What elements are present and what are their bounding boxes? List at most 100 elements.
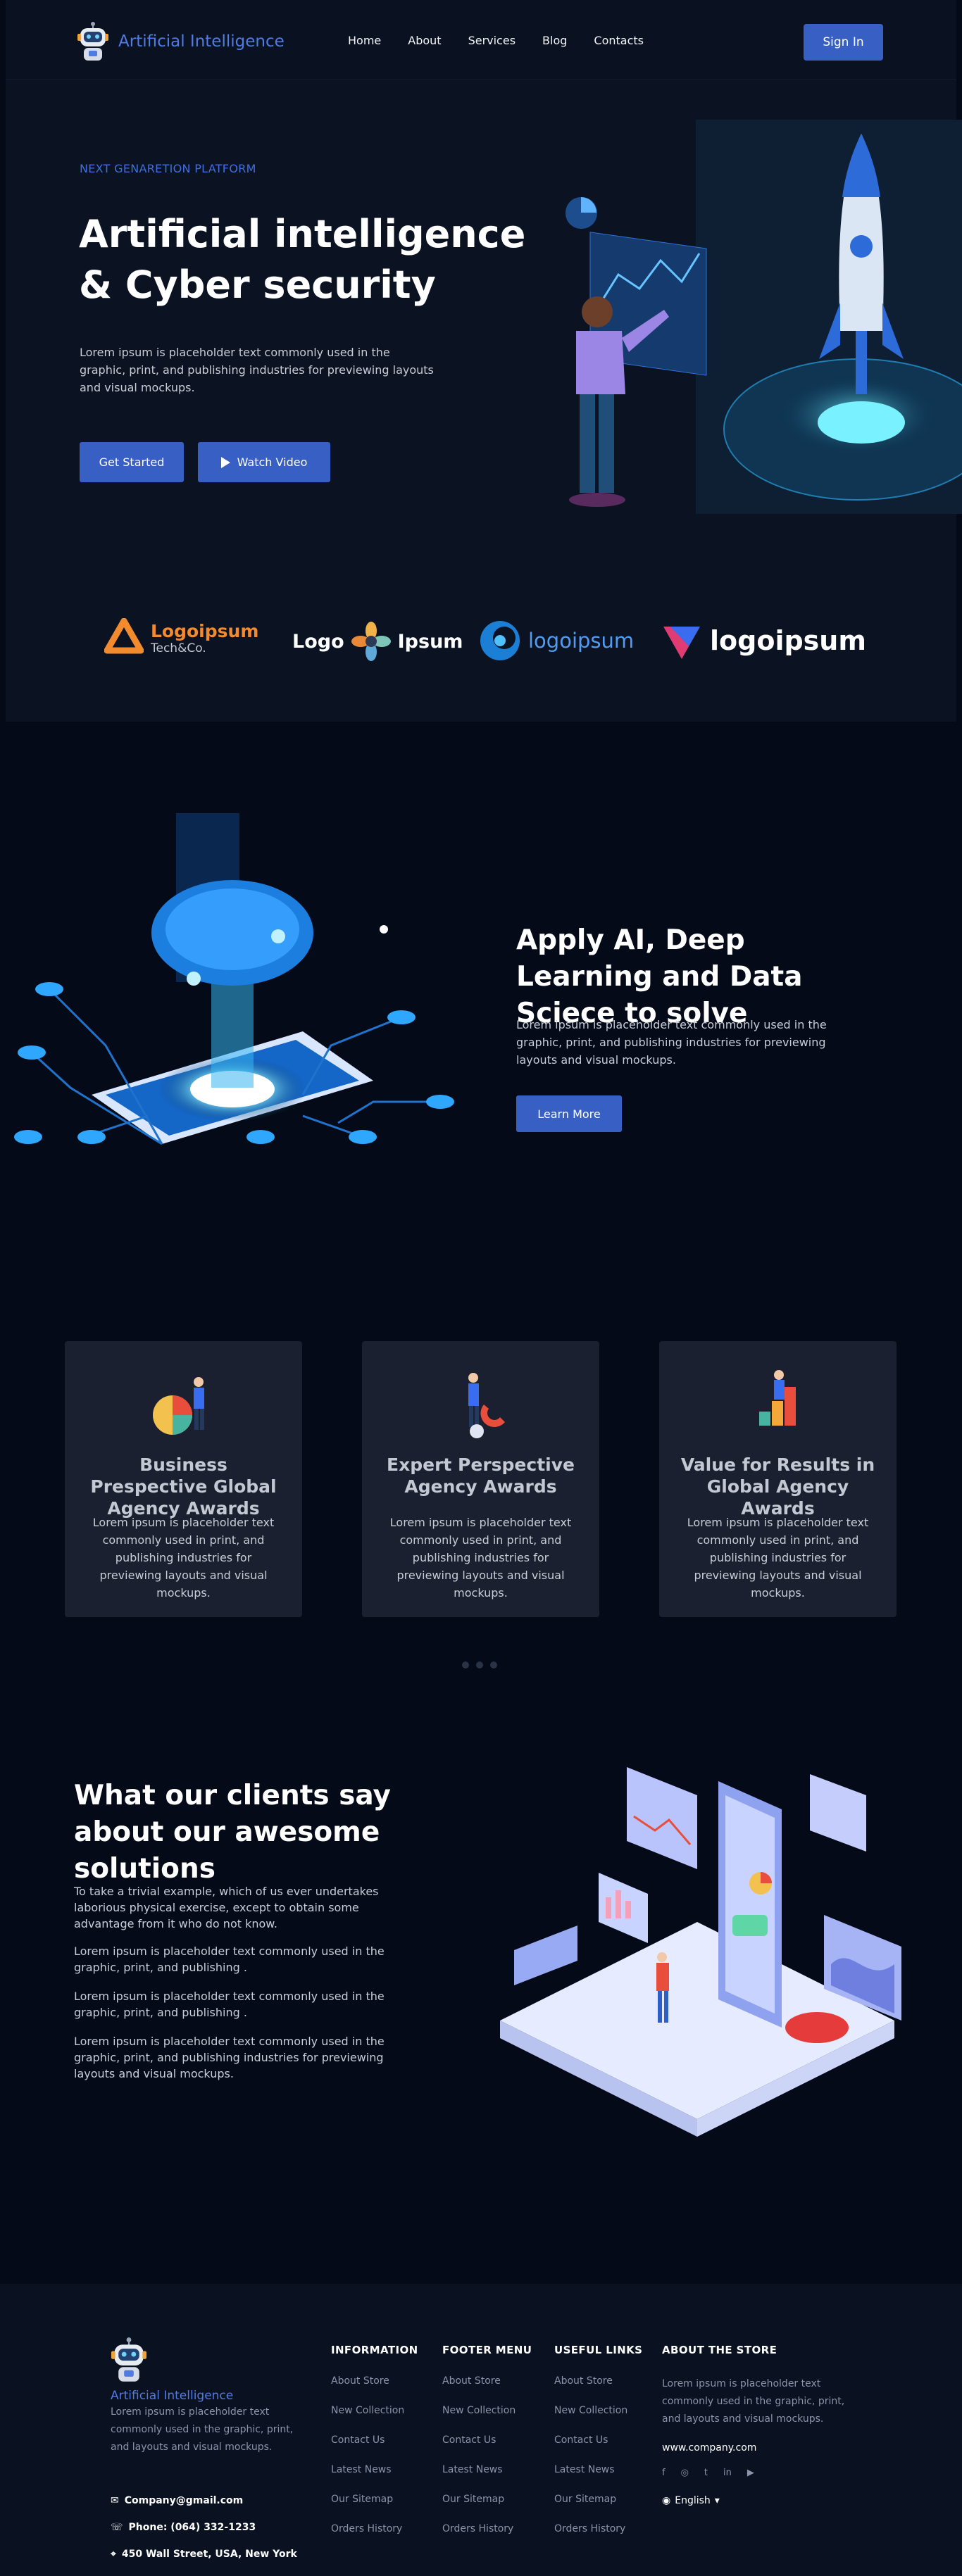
- sign-in-button[interactable]: Sign In: [804, 24, 883, 61]
- award-card-desc: Lorem ipsum is placeholder text commonly…: [389, 1516, 572, 1600]
- robot-logo-icon: [111, 2337, 147, 2382]
- award-card-desc: Lorem ipsum is placeholder text commonly…: [687, 1516, 869, 1600]
- footer-address-text: 450 Wall Street, USA, New York: [121, 2549, 297, 2560]
- footer-link[interactable]: Contact Us: [554, 2434, 642, 2449]
- footer-link[interactable]: Latest News: [331, 2464, 418, 2478]
- logo-flower-left: Logo: [292, 630, 344, 653]
- footer-about: Lorem ipsum is placeholder text commonly…: [111, 2406, 294, 2453]
- phone-icon: ☏: [111, 2522, 123, 2533]
- partner-logos: Logoipsum Tech&Co. Logo Ipsum logoipsum: [6, 612, 956, 669]
- pie-chart-person-icon: [153, 1377, 204, 1435]
- carousel-dot[interactable]: [490, 1661, 497, 1669]
- logo-techco-sub: Tech&Co.: [151, 641, 206, 655]
- triangle-logo-icon: [104, 618, 144, 654]
- nav-services[interactable]: Services: [468, 34, 516, 47]
- footer-address: ⌖ 450 Wall Street, USA, New York: [111, 2549, 297, 2560]
- nav-about[interactable]: About: [408, 34, 441, 47]
- brain-illustration: [14, 813, 454, 1145]
- footer-link[interactable]: Our Sitemap: [331, 2494, 418, 2508]
- youtube-icon[interactable]: ▶: [747, 2468, 754, 2478]
- awards-section: Business Prespective Global Agency Award…: [0, 1295, 962, 1732]
- location-pin-icon: ⌖: [111, 2549, 116, 2560]
- clients-section: What our clients say about our awesome s…: [0, 1732, 962, 2284]
- hero-eyebrow: NEXT GENARETION PLATFORM: [80, 162, 256, 175]
- footer-store-desc: Lorem ipsum is placeholder text commonly…: [662, 2378, 845, 2425]
- footer-link[interactable]: Our Sitemap: [442, 2494, 532, 2508]
- nav-blog[interactable]: Blog: [542, 34, 567, 47]
- footer-phone[interactable]: ☏ Phone: (064) 332-1233: [111, 2522, 256, 2533]
- dashboard-illustration: [500, 1767, 901, 2137]
- mail-icon: ✉: [111, 2495, 119, 2506]
- learn-more-button[interactable]: Learn More: [516, 1095, 622, 1132]
- hero-description: Lorem ipsum is placeholder text commonly…: [80, 346, 434, 394]
- footer-link[interactable]: About Store: [331, 2375, 418, 2389]
- footer-link[interactable]: New Collection: [331, 2405, 418, 2419]
- magnet-person-icon: [468, 1373, 505, 1438]
- hero-illustration: [566, 120, 962, 514]
- logo-swirl[interactable]: logoipsum: [479, 620, 634, 662]
- chevron-down-icon: ▾: [714, 2495, 720, 2506]
- award-card-value[interactable]: Value for Results in Global Agency Award…: [659, 1341, 897, 1617]
- footer-email-text: Company@gmail.com: [124, 2495, 244, 2506]
- hero-title: Artificial intelligence & Cyber security: [79, 209, 544, 310]
- language-value: English: [675, 2495, 711, 2506]
- footer: Artificial Intelligence Lorem ipsum is p…: [0, 2284, 962, 2576]
- logo-flower[interactable]: Logo Ipsum: [292, 622, 463, 661]
- ai-description: Lorem ipsum is placeholder text commonly…: [516, 1018, 827, 1067]
- footer-link[interactable]: Latest News: [554, 2464, 642, 2478]
- hero-title-line1: Artificial intelligence: [79, 212, 526, 256]
- award-card-desc: Lorem ipsum is placeholder text commonly…: [92, 1516, 275, 1600]
- footer-link[interactable]: New Collection: [554, 2405, 642, 2419]
- footer-link[interactable]: Our Sitemap: [554, 2494, 642, 2508]
- globe-icon: ◉: [662, 2495, 671, 2506]
- language-selector[interactable]: ◉ English ▾: [662, 2495, 859, 2506]
- bar-chart-person-icon: [759, 1370, 796, 1426]
- footer-col-store: ABOUT THE STORE Lorem ipsum is placehold…: [662, 2344, 859, 2506]
- footer-col-title: FOOTER MENU: [442, 2344, 532, 2356]
- nav-contacts[interactable]: Contacts: [594, 34, 644, 47]
- footer-link[interactable]: New Collection: [442, 2405, 532, 2419]
- robot-logo-icon: [77, 22, 108, 61]
- main-nav: Home About Services Blog Contacts: [348, 34, 670, 47]
- logo-flower-right: Ipsum: [397, 630, 463, 653]
- footer-link[interactable]: Orders History: [554, 2523, 642, 2537]
- footer-col-information: INFORMATION About Store New Collection C…: [331, 2344, 418, 2553]
- footer-website[interactable]: www.company.com: [662, 2442, 859, 2454]
- footer-col-title: INFORMATION: [331, 2344, 418, 2356]
- clients-paragraph: Lorem ipsum is placeholder text commonly…: [74, 2035, 385, 2080]
- award-card-expert[interactable]: Expert Perspective Agency Awards Lorem i…: [362, 1341, 599, 1617]
- footer-link[interactable]: Contact Us: [331, 2434, 418, 2449]
- clients-paragraph: Lorem ipsum is placeholder text commonly…: [74, 1944, 385, 1974]
- footer-link[interactable]: Orders History: [442, 2523, 532, 2537]
- facebook-icon[interactable]: f: [662, 2468, 666, 2478]
- logo-bird-name: logoipsum: [710, 625, 866, 656]
- award-card-title: Expert Perspective Agency Awards: [387, 1455, 575, 1497]
- clients-paragraph: To take a trivial example, which of us e…: [74, 1885, 379, 1930]
- footer-link[interactable]: Latest News: [442, 2464, 532, 2478]
- footer-col-useful: USEFUL LINKS About Store New Collection …: [554, 2344, 642, 2553]
- footer-link[interactable]: About Store: [554, 2375, 642, 2389]
- footer-email[interactable]: ✉ Company@gmail.com: [111, 2495, 243, 2506]
- clients-paragraph: Lorem ipsum is placeholder text commonly…: [74, 1990, 385, 2019]
- watch-video-label: Watch Video: [237, 455, 308, 469]
- footer-col-menu: FOOTER MENU About Store New Collection C…: [442, 2344, 532, 2553]
- logo-techco[interactable]: Logoipsum Tech&Co.: [104, 618, 258, 658]
- footer-phone-text: Phone: (064) 332-1233: [128, 2522, 256, 2533]
- carousel-dot[interactable]: [462, 1661, 469, 1669]
- footer-brand[interactable]: Artificial Intelligence: [111, 2337, 233, 2403]
- footer-link[interactable]: About Store: [442, 2375, 532, 2389]
- get-started-button[interactable]: Get Started: [80, 442, 184, 482]
- twitter-icon[interactable]: t: [704, 2468, 708, 2478]
- footer-link[interactable]: Orders History: [331, 2523, 418, 2537]
- logo-techco-name: Logoipsum: [151, 620, 259, 641]
- flower-logo-icon: [351, 622, 391, 661]
- nav-home[interactable]: Home: [348, 34, 381, 47]
- watch-video-button[interactable]: Watch Video: [198, 442, 330, 482]
- instagram-icon[interactable]: ◎: [681, 2468, 689, 2478]
- award-card-business[interactable]: Business Prespective Global Agency Award…: [65, 1341, 302, 1617]
- logo-bird[interactable]: logoipsum: [661, 620, 866, 662]
- footer-link[interactable]: Contact Us: [442, 2434, 532, 2449]
- linkedin-icon[interactable]: in: [723, 2468, 732, 2478]
- brand[interactable]: Artificial Intelligence: [77, 21, 285, 62]
- carousel-dot[interactable]: [476, 1661, 483, 1669]
